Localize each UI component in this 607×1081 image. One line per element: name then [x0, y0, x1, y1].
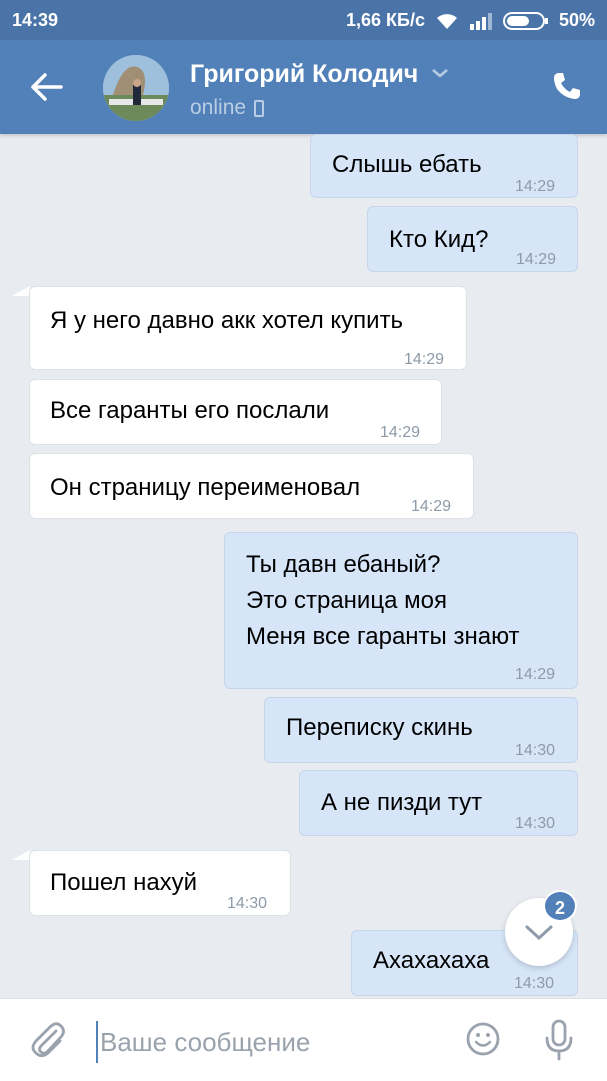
message-incoming[interactable]: Пошел нахуй 14:30: [29, 850, 291, 916]
message-text: Слышь ебать: [332, 151, 482, 178]
message-text: Ты давн ебаный? Это страница моя Меня вс…: [246, 551, 520, 650]
message-text: Переписку скинь: [286, 714, 473, 741]
message-time: 14:29: [515, 666, 556, 683]
status-time: 14:39: [12, 10, 59, 30]
bubble-tail: [12, 286, 30, 296]
message-time: 14:29: [380, 424, 421, 441]
message-outgoing[interactable]: Переписку скинь 14:30: [264, 697, 578, 763]
bubble-tail: [12, 850, 30, 860]
microphone-icon[interactable]: [544, 1019, 574, 1066]
message-input[interactable]: [96, 1021, 442, 1063]
message-time: 14:29: [404, 351, 445, 368]
emoji-icon[interactable]: [465, 1021, 501, 1062]
message-time: 14:29: [515, 178, 556, 195]
wifi-icon: [435, 12, 459, 30]
message-outgoing[interactable]: А не пизди тут 14:30: [299, 770, 578, 836]
contact-status: online: [190, 96, 265, 120]
message-time: 14:30: [515, 742, 556, 759]
message-incoming[interactable]: Я у него давно акк хотел купить 14:29: [29, 286, 467, 370]
status-bar: 14:39 1,66 КБ/с 50%: [0, 0, 607, 40]
avatar[interactable]: [103, 55, 169, 121]
message-time: 14:29: [411, 498, 452, 515]
chevron-down-icon[interactable]: [430, 66, 450, 80]
back-arrow-icon[interactable]: [30, 72, 64, 102]
message-outgoing[interactable]: Ты давн ебаный? Это страница моя Меня вс…: [224, 532, 578, 689]
message-text: Ахахахаха: [373, 947, 490, 974]
message-text: Я у него давно акк хотел купить: [50, 307, 404, 334]
unread-badge: 2: [543, 890, 577, 922]
message-text: Кто Кид?: [389, 226, 489, 253]
mobile-device-icon: [254, 99, 265, 117]
chat-header: Григорий Колодич online: [0, 40, 607, 134]
message-time: 14:29: [516, 251, 557, 268]
message-text: А не пизди тут: [321, 789, 483, 816]
signal-icon: [469, 12, 493, 30]
message-time: 14:30: [515, 815, 556, 832]
battery-percent: 50%: [558, 10, 595, 30]
message-outgoing[interactable]: Слышь ебать 14:29: [310, 134, 578, 198]
message-incoming[interactable]: Он страницу переименовал 14:29: [29, 453, 474, 519]
paperclip-icon[interactable]: [30, 1021, 66, 1064]
online-status: online: [190, 96, 247, 119]
message-text: Он страницу переименовал: [50, 474, 361, 501]
chevron-down-icon: [525, 925, 553, 941]
message-outgoing[interactable]: Кто Кид? 14:29: [367, 206, 578, 272]
contact-name[interactable]: Григорий Колодич: [190, 60, 418, 89]
message-time: 14:30: [514, 975, 555, 992]
message-time: 14:30: [227, 895, 268, 912]
battery-icon: [502, 11, 549, 31]
message-incoming[interactable]: Все гаранты его послали 14:29: [29, 379, 442, 445]
message-composer: [0, 998, 607, 1081]
phone-call-icon[interactable]: [551, 70, 583, 102]
network-speed: 1,66 КБ/с: [345, 10, 425, 30]
message-text: Все гаранты его послали: [50, 397, 330, 424]
message-list[interactable]: Слышь ебать 14:29 Кто Кид? 14:29 Я у нег…: [0, 134, 607, 998]
message-text: Пошел нахуй: [50, 869, 198, 896]
